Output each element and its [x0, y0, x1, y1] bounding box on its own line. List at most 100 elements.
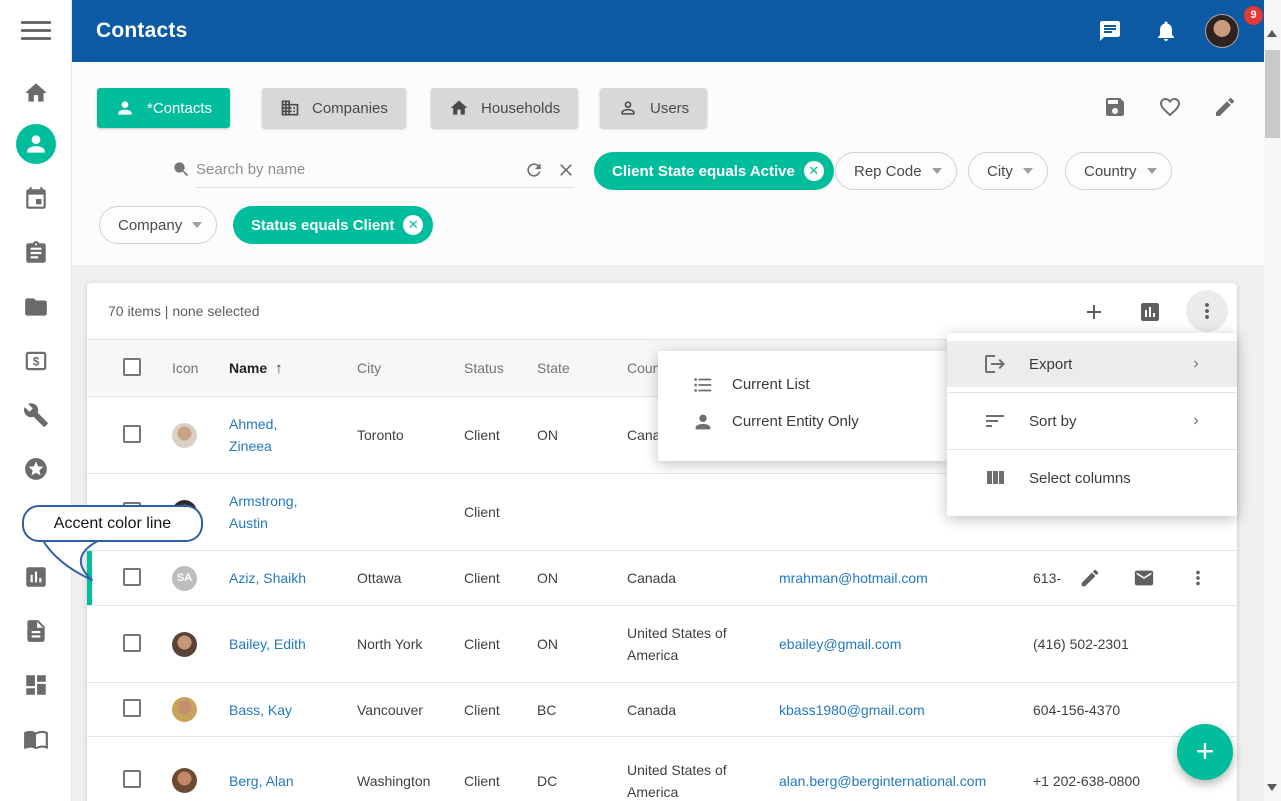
- contact-avatar: [172, 768, 197, 793]
- tab-companies[interactable]: Companies: [262, 88, 406, 128]
- documents-icon[interactable]: [23, 618, 49, 644]
- scrollbar-thumb[interactable]: [1265, 50, 1280, 138]
- contact-name-link[interactable]: Aziz, Shaikh: [229, 567, 306, 589]
- row-actions: [1075, 551, 1237, 605]
- filter-chip-city[interactable]: City: [968, 152, 1048, 190]
- contact-name-link[interactable]: Berg, Alan: [229, 770, 294, 792]
- column-header-name[interactable]: Name ↑: [229, 360, 357, 377]
- chat-icon[interactable]: [1098, 19, 1122, 43]
- table-row[interactable]: Bailey, Edith North York Client ON Unite…: [87, 605, 1237, 682]
- filter-chip-company[interactable]: Company: [99, 206, 217, 244]
- filter-chip-client-state[interactable]: Client State equals Active ✕: [594, 152, 834, 190]
- menu-item-export[interactable]: Export: [947, 341, 1237, 387]
- list-icon: [692, 374, 714, 396]
- cell-city: Washington: [357, 770, 464, 792]
- menu-item-current-entity[interactable]: Current Entity Only: [658, 403, 947, 440]
- person-icon: [115, 98, 135, 118]
- tab-users[interactable]: Users: [600, 88, 707, 128]
- columns-icon: [983, 466, 1007, 490]
- app-root: $ Contacts 9 *Contacts: [0, 0, 1281, 801]
- table-row-selected[interactable]: SA Aziz, Shaikh Ottawa Client ON Canada …: [87, 550, 1237, 605]
- more-options-icon[interactable]: [1186, 290, 1228, 332]
- contact-name-link[interactable]: Bass, Kay: [229, 699, 292, 721]
- chevron-down-icon: [192, 222, 202, 228]
- remove-filter-icon[interactable]: ✕: [403, 215, 423, 235]
- home-icon[interactable]: [23, 80, 49, 106]
- notifications-bell-icon[interactable]: [1154, 19, 1178, 43]
- chevron-down-icon: [932, 168, 942, 174]
- callout-text: Accent color line: [54, 515, 171, 533]
- remove-filter-icon[interactable]: ✕: [804, 161, 824, 181]
- clear-search-icon[interactable]: [556, 160, 576, 180]
- tools-icon[interactable]: [23, 402, 49, 428]
- chip-label: Status equals Client: [251, 217, 394, 234]
- billing-icon[interactable]: $: [23, 348, 49, 374]
- user-avatar[interactable]: [1205, 14, 1239, 48]
- save-icon[interactable]: [1103, 95, 1127, 119]
- refresh-icon[interactable]: [524, 160, 544, 180]
- cell-state: ON: [537, 424, 627, 446]
- calendar-icon[interactable]: [23, 186, 49, 212]
- contact-name-link[interactable]: Armstrong, Austin: [229, 490, 297, 534]
- cell-country: Canada: [627, 699, 779, 721]
- tab-contacts[interactable]: *Contacts: [97, 88, 230, 128]
- search-input[interactable]: [196, 152, 574, 188]
- row-more-options-icon[interactable]: [1187, 567, 1209, 589]
- tab-households[interactable]: Households: [431, 88, 578, 128]
- filter-chip-rep-code[interactable]: Rep Code: [835, 152, 957, 190]
- callout-tail: [36, 538, 106, 584]
- contact-name-link[interactable]: Bailey, Edith: [229, 633, 306, 655]
- send-email-icon[interactable]: [1133, 567, 1155, 589]
- favorites-icon[interactable]: [23, 456, 49, 482]
- menu-item-current-list[interactable]: Current List: [658, 366, 947, 403]
- contact-avatar: [172, 697, 197, 722]
- column-header-status[interactable]: Status: [464, 360, 537, 376]
- cell-city: North York: [357, 633, 464, 655]
- table-row[interactable]: Berg, Alan Washington Client DC United S…: [87, 736, 1237, 801]
- menu-item-sort-by[interactable]: Sort by: [947, 398, 1237, 444]
- column-header-icon[interactable]: Icon: [172, 360, 229, 376]
- edit-pencil-icon[interactable]: [1213, 95, 1237, 119]
- dashboard-icon[interactable]: [23, 672, 49, 698]
- column-header-state[interactable]: State: [537, 360, 627, 376]
- select-all-checkbox[interactable]: [123, 358, 141, 376]
- filter-chip-country[interactable]: Country: [1065, 152, 1172, 190]
- chip-label: Company: [118, 217, 182, 234]
- contact-email-link[interactable]: kbass1980@gmail.com: [779, 699, 925, 721]
- scroll-down-arrow-icon[interactable]: [1267, 784, 1277, 791]
- cell-status: Client: [464, 567, 537, 589]
- row-checkbox[interactable]: [123, 699, 141, 717]
- list-options-menu: Export Sort by Select columns: [947, 333, 1237, 516]
- page-scrollbar[interactable]: [1264, 0, 1281, 801]
- row-checkbox[interactable]: [123, 634, 141, 652]
- menu-icon[interactable]: [21, 21, 51, 41]
- contacts-icon-active[interactable]: [16, 124, 56, 164]
- filter-chip-status[interactable]: Status equals Client ✕: [233, 206, 433, 244]
- column-header-city[interactable]: City: [357, 360, 464, 376]
- contact-name-link[interactable]: Ahmed, Zineea: [229, 413, 277, 457]
- menu-item-label: Export: [1029, 356, 1072, 373]
- contact-email-link[interactable]: ebailey@gmail.com: [779, 633, 901, 655]
- chart-view-icon[interactable]: [1138, 300, 1162, 324]
- contact-email-link[interactable]: mrahman@hotmail.com: [779, 567, 928, 589]
- row-checkbox[interactable]: [123, 425, 141, 443]
- library-icon[interactable]: [23, 726, 49, 752]
- favorite-heart-icon[interactable]: [1158, 95, 1182, 119]
- row-checkbox[interactable]: [123, 568, 141, 586]
- menu-item-label: Current Entity Only: [732, 413, 859, 430]
- house-icon: [449, 98, 469, 118]
- tab-label: *Contacts: [147, 100, 212, 117]
- chevron-right-icon: [1189, 357, 1203, 371]
- edit-pencil-icon[interactable]: [1079, 567, 1101, 589]
- tasks-icon[interactable]: [23, 240, 49, 266]
- row-checkbox[interactable]: [123, 770, 141, 788]
- table-row[interactable]: Bass, Kay Vancouver Client BC Canada kba…: [87, 682, 1237, 736]
- scroll-up-arrow-icon[interactable]: [1267, 30, 1277, 37]
- contact-email-link[interactable]: alan.berg@berginternational.com: [779, 770, 986, 792]
- add-icon[interactable]: [1082, 300, 1106, 324]
- folder-icon[interactable]: [23, 294, 49, 320]
- menu-item-select-columns[interactable]: Select columns: [947, 455, 1237, 501]
- export-icon: [983, 352, 1007, 376]
- add-contact-fab[interactable]: +: [1177, 724, 1233, 780]
- cell-country: United States of America: [627, 622, 779, 666]
